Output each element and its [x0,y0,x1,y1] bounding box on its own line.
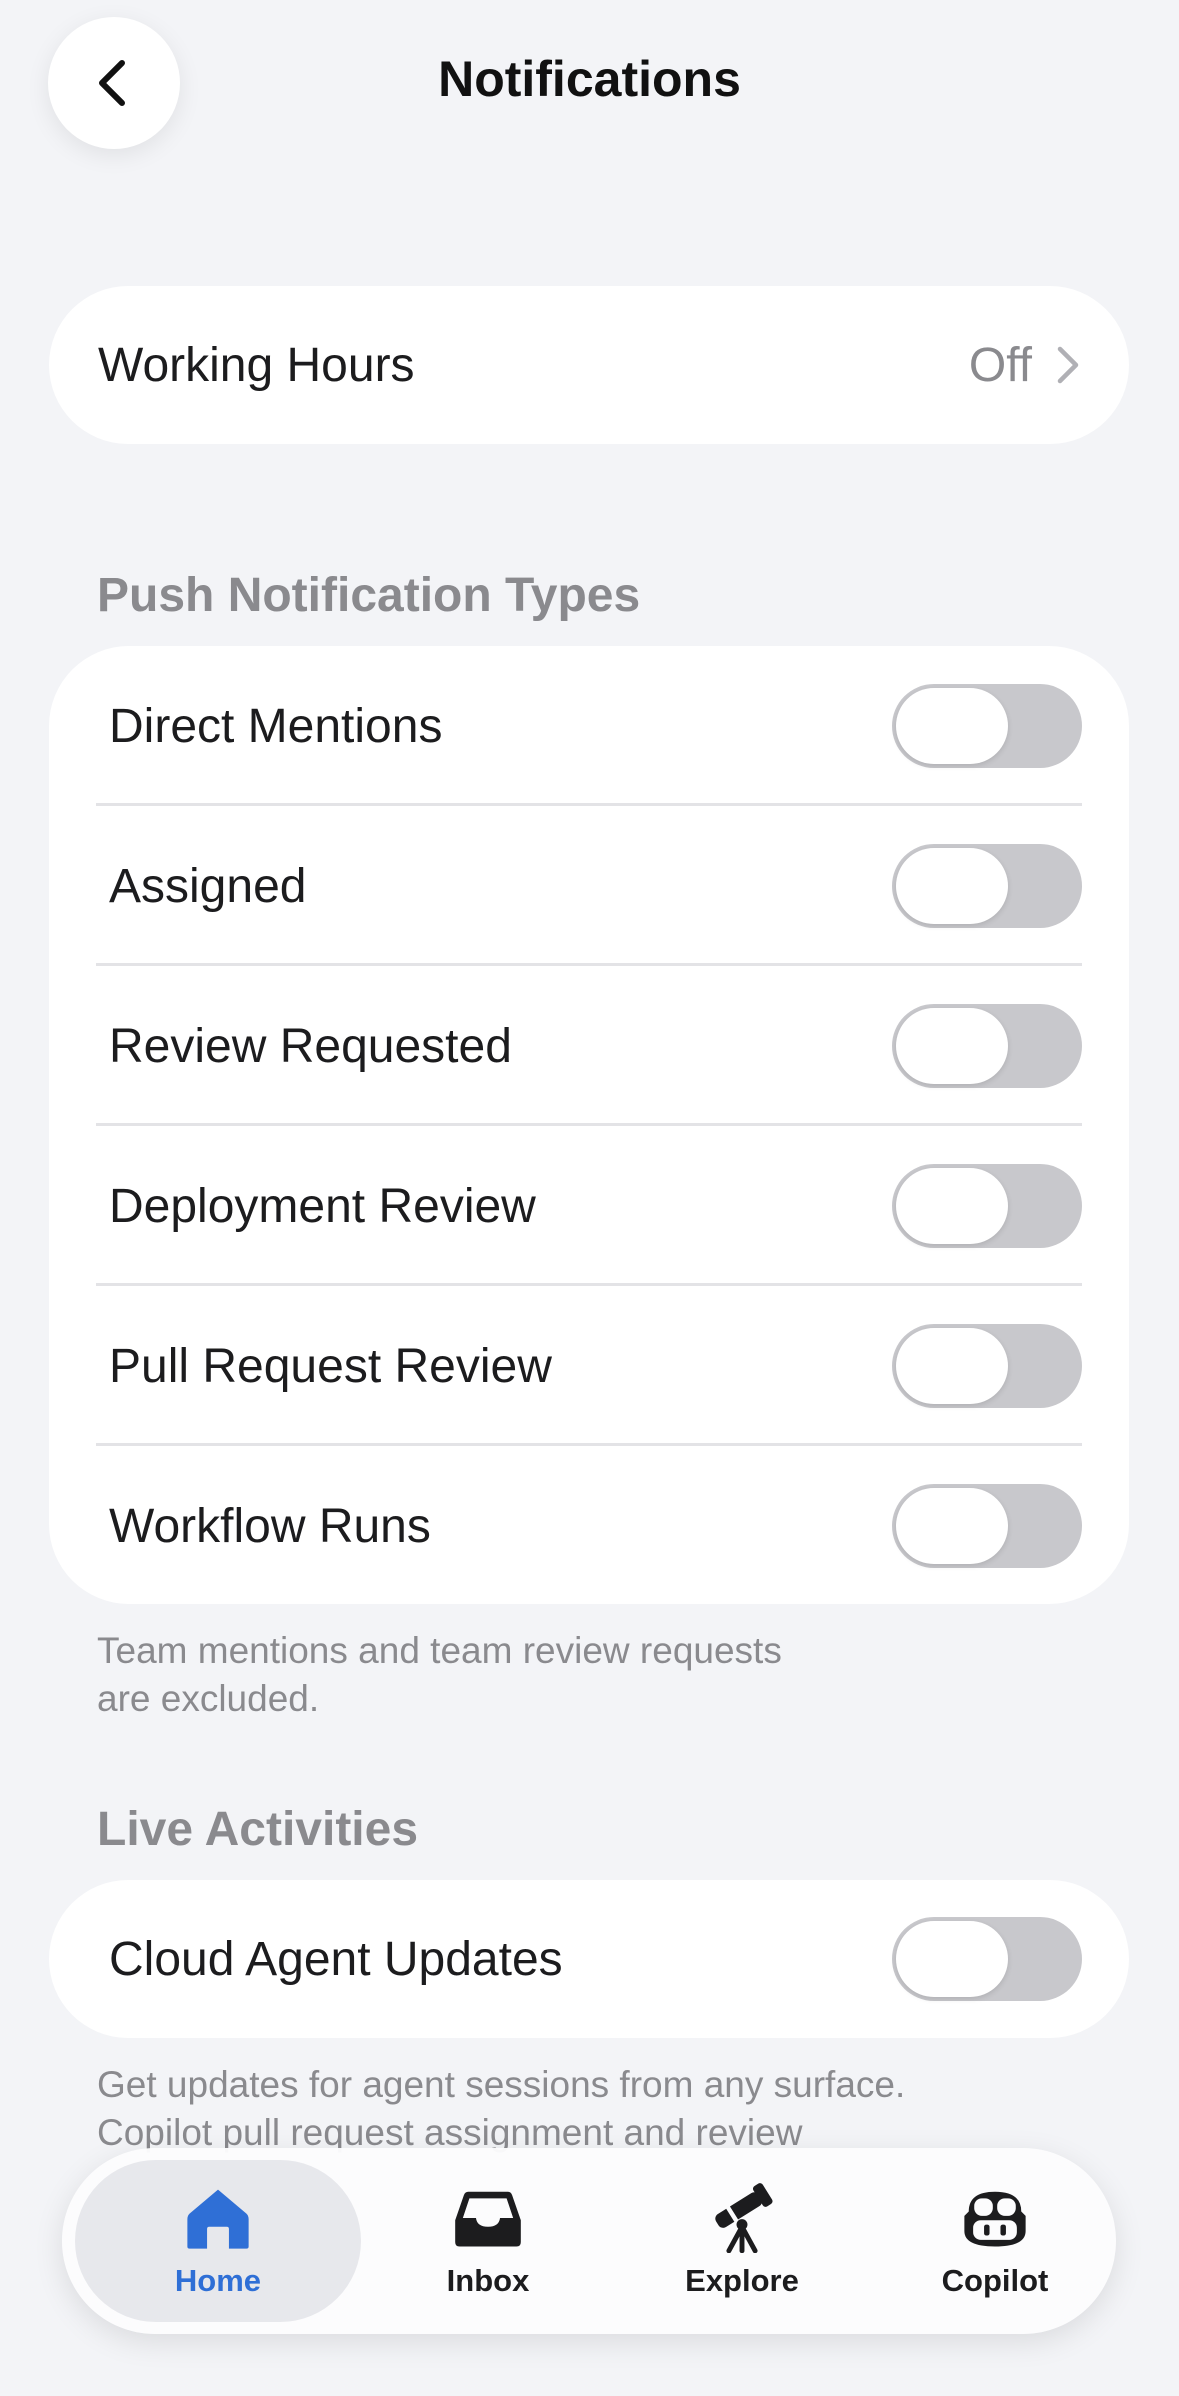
tab-copilot[interactable]: Copilot [895,2160,1095,2322]
tab-inbox[interactable]: Inbox [388,2160,588,2322]
live-section-header: Live Activities [97,1803,419,1856]
working-hours-value: Off [968,338,1032,392]
tab-label: Explore [685,2263,799,2298]
workflow-runs-toggle[interactable] [892,1484,1082,1568]
review-requested-toggle[interactable] [892,1004,1082,1088]
live-footnote: Get updates for agent sessions from any … [97,2061,997,2157]
live-activities-card: Cloud Agent Updates [49,1880,1129,2038]
push-section-header: Push Notification Types [97,569,641,622]
inbox-icon [455,2191,521,2247]
push-footnote-line: are excluded. [97,1678,320,1719]
push-footnote-line: Team mentions and team review requests [97,1630,782,1671]
tab-label: Copilot [941,2263,1049,2298]
home-icon [187,2189,249,2249]
assigned-toggle[interactable] [892,844,1082,928]
push-row-workflow-runs: Workflow Runs [49,1446,1129,1606]
direct-mentions-toggle[interactable] [892,684,1082,768]
push-row-label: Direct Mentions [109,699,443,753]
push-row-label: Assigned [109,859,307,913]
live-row-label: Cloud Agent Updates [109,1932,563,1986]
tab-label: Inbox [446,2263,530,2298]
working-hours-row[interactable]: Working Hours Off [49,286,1129,444]
push-row-pull-request-review: Pull Request Review [49,1286,1129,1446]
page-title: Notifications [438,51,741,107]
toggle-knob [896,1008,1008,1084]
push-row-label: Deployment Review [109,1179,536,1233]
push-row-deployment-review: Deployment Review [49,1126,1129,1286]
pull-request-review-toggle[interactable] [892,1324,1082,1408]
push-footnote: Team mentions and team review requests a… [97,1627,997,1723]
cloud-agent-updates-toggle[interactable] [892,1917,1082,2001]
push-row-assigned: Assigned [49,806,1129,966]
live-row-cloud-agent-updates: Cloud Agent Updates [49,1880,1129,2038]
toggle-knob [896,1168,1008,1244]
toggle-knob [896,1488,1008,1564]
tab-bar: Home Inbox Explore Copilot [62,2148,1116,2334]
working-hours-label: Working Hours [98,338,415,392]
push-types-card: Direct Mentions Assigned Review Requeste… [49,646,1129,1604]
deployment-review-toggle[interactable] [892,1164,1082,1248]
copilot-icon [964,2191,1026,2247]
toggle-knob [896,1328,1008,1404]
push-row-label: Review Requested [109,1019,512,1073]
chevron-right-icon [1057,346,1079,384]
push-row-label: Workflow Runs [109,1499,431,1553]
working-hours-card: Working Hours Off [49,286,1129,444]
live-footnote-line: Get updates for agent sessions from any … [97,2064,906,2105]
telescope-icon [715,2183,773,2253]
toggle-knob [896,848,1008,924]
tab-home[interactable]: Home [75,2160,361,2322]
push-row-label: Pull Request Review [109,1339,552,1393]
tab-explore[interactable]: Explore [627,2160,857,2322]
push-row-review-requested: Review Requested [49,966,1129,1126]
tab-label: Home [174,2263,262,2298]
toggle-knob [896,688,1008,764]
push-row-direct-mentions: Direct Mentions [49,646,1129,806]
toggle-knob [896,1921,1008,1997]
